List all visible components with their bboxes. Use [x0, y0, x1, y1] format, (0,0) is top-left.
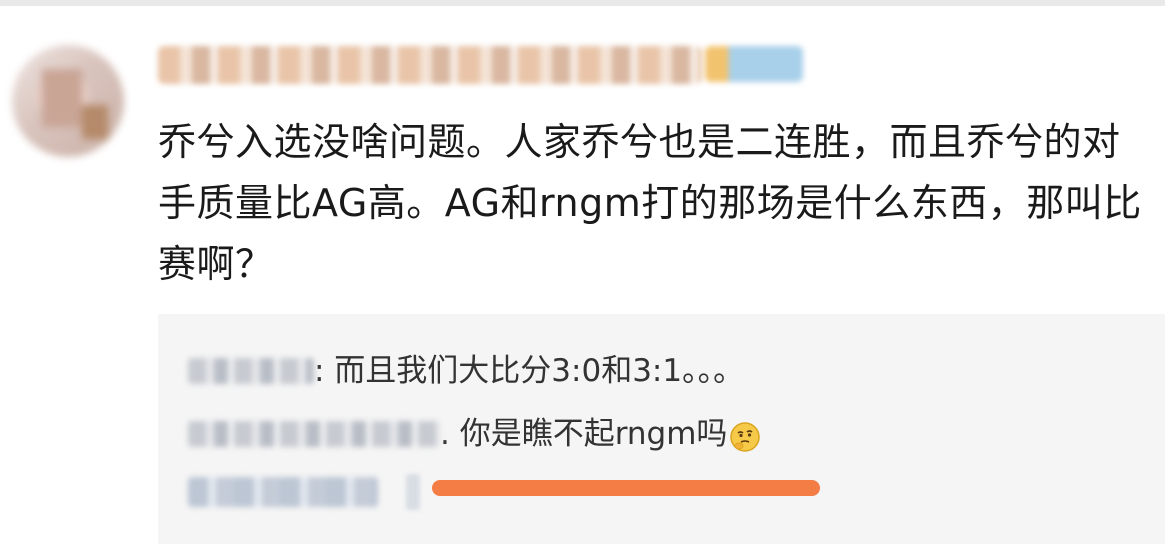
reply-item[interactable]: : 而且我们大比分3:0和3:1。。。 [188, 344, 744, 394]
reply-username-redacted[interactable] [188, 420, 440, 447]
avatar[interactable] [12, 45, 124, 157]
thinking-emoji-icon [729, 418, 761, 452]
more-replies-redacted-suffix [406, 474, 420, 510]
more-replies-redacted[interactable] [188, 477, 378, 507]
reply-text: : 而且我们大比分3:0和3:1。。。 [314, 352, 745, 389]
reply-section[interactable]: : 而且我们大比分3:0和3:1。。。 . 你是瞧不起rngm吗 [158, 314, 1165, 544]
user-badge-redacted [705, 46, 803, 82]
highlight-underline-mark [432, 480, 820, 496]
username-redacted[interactable] [158, 46, 702, 84]
comment-text: 乔兮入选没啥问题。人家乔兮也是二连胜，而且乔兮的对手质量比AG高。AG和rngm… [158, 120, 1142, 286]
reply-item[interactable]: . 你是瞧不起rngm吗 [188, 407, 761, 457]
top-divider [0, 0, 1165, 6]
reply-username-redacted[interactable] [188, 357, 314, 384]
reply-text: . 你是瞧不起rngm吗 [440, 415, 728, 452]
